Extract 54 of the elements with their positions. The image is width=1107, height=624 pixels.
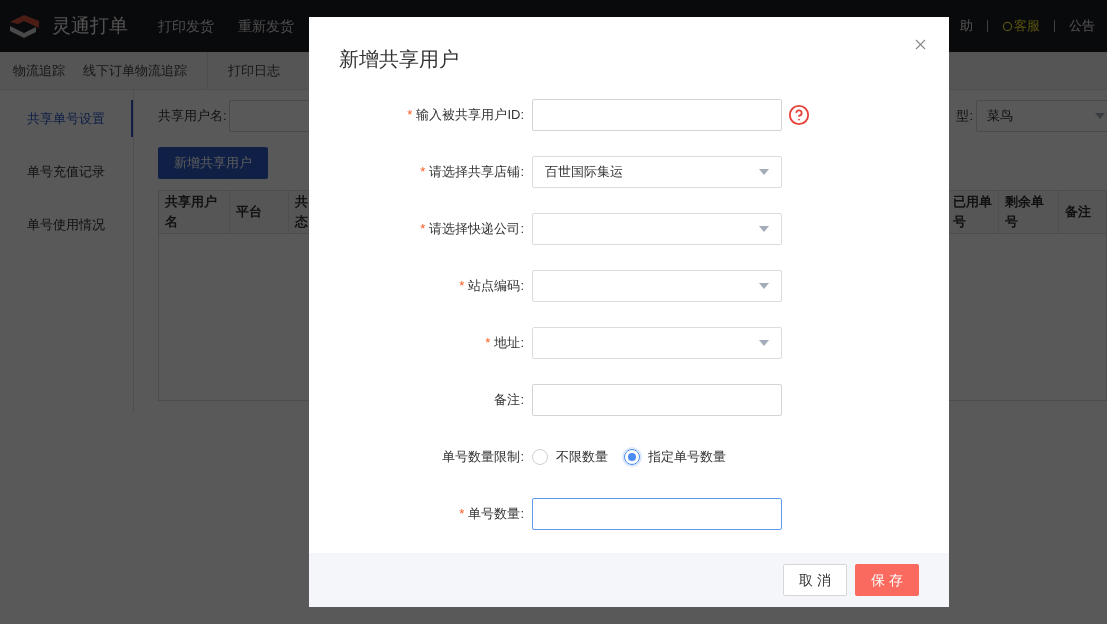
sub-nav-link[interactable]: 线下订单物流追踪 [83, 60, 187, 81]
field-label: 站点编码: [468, 277, 524, 296]
column-header: 剩余单号 [998, 191, 1058, 233]
save-button[interactable]: 保 存 [855, 564, 919, 596]
select-field[interactable] [532, 270, 782, 302]
select-field[interactable] [532, 213, 782, 245]
service-link[interactable]: 客服 [1002, 16, 1040, 36]
dropdown-caret-icon [759, 226, 769, 232]
type-select[interactable]: 菜鸟 [976, 100, 1107, 132]
radio-button[interactable] [624, 449, 640, 465]
field-label: 型: [956, 107, 973, 126]
brand-name: 灵通打单 [52, 13, 128, 38]
dropdown-caret-icon [1095, 113, 1105, 119]
column-header: 共享用户名 [159, 191, 230, 233]
sidebar-item[interactable]: 共享单号设置 [0, 100, 133, 137]
select-field[interactable]: 百世国际集运 [532, 156, 782, 188]
text-field[interactable] [532, 498, 782, 530]
nav-link[interactable]: 助 [960, 16, 973, 36]
field-label: 请选择快递公司: [429, 220, 524, 239]
field-label: 共享用户名: [158, 107, 227, 126]
nav-link[interactable]: 公告 [1069, 16, 1095, 36]
required-asterisk: * [420, 163, 426, 182]
field-label: 地址: [494, 334, 524, 353]
dialog-title: 新增共享用户 [339, 47, 459, 72]
select-value: 百世国际集运 [545, 163, 623, 182]
sub-nav-link[interactable]: 物流追踪 [13, 60, 65, 81]
dropdown-caret-icon [759, 169, 769, 175]
cancel-button[interactable]: 取 消 [783, 564, 847, 596]
select-field[interactable] [532, 327, 782, 359]
required-asterisk: * [407, 106, 413, 125]
radio-label: 不限数量 [556, 448, 608, 467]
radio-label: 指定单号数量 [648, 448, 726, 467]
field-label: 单号数量限制: [442, 448, 524, 467]
field-label: 备注: [494, 391, 524, 410]
help-icon[interactable] [788, 104, 810, 126]
text-field[interactable] [532, 384, 782, 416]
select-value: 菜鸟 [987, 107, 1013, 126]
sub-nav-link[interactable]: 打印日志 [228, 60, 280, 81]
sidebar-item[interactable]: 单号充值记录 [0, 153, 133, 190]
field-label: 输入被共享用户ID: [416, 106, 524, 125]
service-icon [1002, 20, 1013, 32]
add-shared-user-button[interactable]: 新增共享用户 [158, 147, 268, 179]
column-header: 备注 [1058, 191, 1106, 233]
column-header: 平台 [230, 191, 289, 233]
field-label: 单号数量: [468, 505, 524, 524]
field-label: 请选择共享店铺: [429, 163, 524, 182]
required-asterisk: * [485, 334, 491, 353]
dropdown-caret-icon [759, 283, 769, 289]
text-field[interactable] [532, 99, 782, 131]
dropdown-caret-icon [759, 340, 769, 346]
required-asterisk: * [459, 505, 465, 524]
required-asterisk: * [459, 277, 465, 296]
required-asterisk: * [420, 220, 426, 239]
sidebar-item[interactable]: 单号使用情况 [0, 206, 133, 243]
